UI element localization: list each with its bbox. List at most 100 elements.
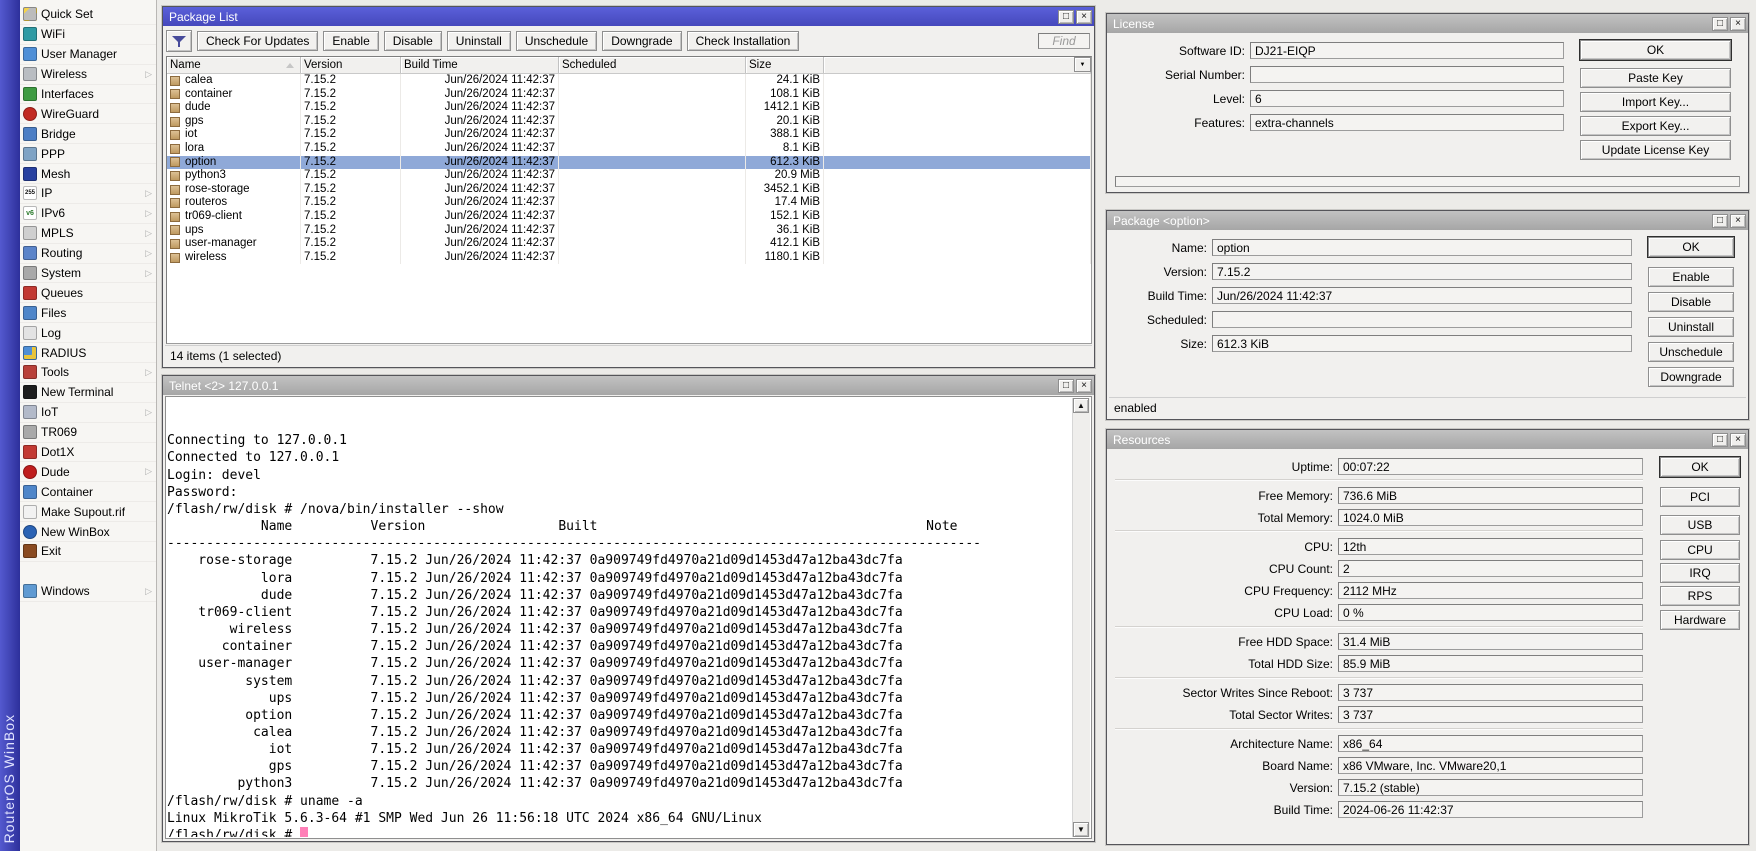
sidebar-item-new-terminal[interactable]: New Terminal bbox=[20, 383, 156, 403]
field-value[interactable]: 7.15.2 bbox=[1212, 263, 1632, 280]
sidebar-item-dot1x[interactable]: Dot1X bbox=[20, 443, 156, 463]
sidebar-item-wireguard[interactable]: WireGuard bbox=[20, 104, 156, 124]
table-row[interactable]: option7.15.2Jun/26/2024 11:42:37612.3 Ki… bbox=[167, 156, 1091, 170]
sidebar-item-windows[interactable]: Windows▷ bbox=[20, 582, 156, 602]
close-icon[interactable]: × bbox=[1730, 17, 1746, 31]
maximize-icon[interactable]: □ bbox=[1712, 433, 1728, 447]
close-icon[interactable]: × bbox=[1076, 379, 1092, 393]
package-option-titlebar[interactable]: Package <option> □ × bbox=[1107, 211, 1748, 230]
pci-button[interactable]: PCI bbox=[1660, 487, 1740, 507]
field-value[interactable]: Jun/26/2024 11:42:37 bbox=[1212, 287, 1632, 304]
column-header-name[interactable]: Name bbox=[167, 57, 301, 73]
table-row[interactable]: rose-storage7.15.2Jun/26/2024 11:42:3734… bbox=[167, 183, 1091, 197]
maximize-icon[interactable]: □ bbox=[1058, 379, 1074, 393]
table-row[interactable]: tr069-client7.15.2Jun/26/2024 11:42:3715… bbox=[167, 210, 1091, 224]
sidebar-item-user-manager[interactable]: User Manager bbox=[20, 45, 156, 65]
filter-button[interactable] bbox=[166, 30, 192, 52]
ok-button[interactable]: OK bbox=[1648, 237, 1734, 257]
sidebar-item-quick-set[interactable]: Quick Set bbox=[20, 5, 156, 25]
check-installation-button[interactable]: Check Installation bbox=[687, 31, 800, 51]
maximize-icon[interactable]: □ bbox=[1712, 17, 1728, 31]
downgrade-button[interactable]: Downgrade bbox=[602, 31, 681, 51]
rps-button[interactable]: RPS bbox=[1660, 586, 1740, 606]
field-value[interactable]: 736.6 MiB bbox=[1338, 487, 1643, 504]
sidebar-item-system[interactable]: System▷ bbox=[20, 264, 156, 284]
column-dropdown-icon[interactable]: ▼ bbox=[1074, 57, 1091, 72]
enable-button[interactable]: Enable bbox=[323, 31, 378, 51]
field-value[interactable]: extra-channels bbox=[1250, 114, 1564, 131]
sidebar-item-ip[interactable]: IP▷ bbox=[20, 184, 156, 204]
uninstall-button[interactable]: Uninstall bbox=[1648, 317, 1734, 337]
field-value[interactable]: 2112 MHz bbox=[1338, 582, 1643, 599]
license-titlebar[interactable]: License □ × bbox=[1107, 14, 1748, 33]
terminal-output[interactable]: Connecting to 127.0.0.1 Connected to 127… bbox=[167, 398, 1072, 837]
field-value[interactable]: x86 VMware, Inc. VMware20,1 bbox=[1338, 757, 1643, 774]
table-row[interactable]: calea7.15.2Jun/26/2024 11:42:3724.1 KiB bbox=[167, 74, 1091, 88]
sidebar-item-interfaces[interactable]: Interfaces bbox=[20, 85, 156, 105]
sidebar-item-ipv6[interactable]: IPv6▷ bbox=[20, 204, 156, 224]
field-value[interactable]: 2 bbox=[1338, 560, 1643, 577]
package-list-titlebar[interactable]: Package List □ × bbox=[163, 7, 1094, 26]
sidebar-item-bridge[interactable]: Bridge bbox=[20, 124, 156, 144]
scroll-down-icon[interactable]: ▼ bbox=[1073, 822, 1089, 837]
field-value[interactable] bbox=[1212, 311, 1632, 328]
find-input[interactable]: Find bbox=[1038, 33, 1090, 49]
table-row[interactable]: lora7.15.2Jun/26/2024 11:42:378.1 KiB bbox=[167, 142, 1091, 156]
resources-titlebar[interactable]: Resources □ × bbox=[1107, 430, 1748, 449]
close-icon[interactable]: × bbox=[1076, 10, 1092, 24]
table-row[interactable]: gps7.15.2Jun/26/2024 11:42:3720.1 KiB bbox=[167, 115, 1091, 129]
field-value[interactable]: 00:07:22 bbox=[1338, 458, 1643, 475]
maximize-icon[interactable]: □ bbox=[1058, 10, 1074, 24]
table-row[interactable]: wireless7.15.2Jun/26/2024 11:42:371180.1… bbox=[167, 251, 1091, 265]
table-row[interactable]: user-manager7.15.2Jun/26/2024 11:42:3741… bbox=[167, 237, 1091, 251]
disable-button[interactable]: Disable bbox=[384, 31, 442, 51]
sidebar-item-queues[interactable]: Queues bbox=[20, 283, 156, 303]
sidebar-item-wifi[interactable]: WiFi bbox=[20, 25, 156, 45]
sidebar-item-wireless[interactable]: Wireless▷ bbox=[20, 65, 156, 85]
table-row[interactable]: dude7.15.2Jun/26/2024 11:42:371412.1 KiB bbox=[167, 101, 1091, 115]
unschedule-button[interactable]: Unschedule bbox=[1648, 342, 1734, 362]
table-row[interactable]: container7.15.2Jun/26/2024 11:42:37108.1… bbox=[167, 88, 1091, 102]
sidebar-item-files[interactable]: Files bbox=[20, 303, 156, 323]
field-value[interactable]: 31.4 MiB bbox=[1338, 633, 1643, 650]
paste-key-button[interactable]: Paste Key bbox=[1580, 68, 1731, 88]
sidebar-item-exit[interactable]: Exit bbox=[20, 542, 156, 562]
sidebar-item-ppp[interactable]: PPP bbox=[20, 144, 156, 164]
sidebar-item-mpls[interactable]: MPLS▷ bbox=[20, 224, 156, 244]
close-icon[interactable]: × bbox=[1730, 214, 1746, 228]
sidebar-item-new-winbox[interactable]: New WinBox bbox=[20, 522, 156, 542]
scroll-up-icon[interactable]: ▲ bbox=[1073, 398, 1089, 413]
enable-button[interactable]: Enable bbox=[1648, 267, 1734, 287]
table-row[interactable]: ups7.15.2Jun/26/2024 11:42:3736.1 KiB bbox=[167, 224, 1091, 238]
sidebar-item-dude[interactable]: Dude▷ bbox=[20, 462, 156, 482]
column-header-scheduled[interactable]: Scheduled bbox=[559, 57, 746, 73]
column-header-version[interactable]: Version bbox=[301, 57, 401, 73]
field-value[interactable]: 85.9 MiB bbox=[1338, 655, 1643, 672]
field-value[interactable] bbox=[1250, 66, 1564, 83]
field-value[interactable]: 2024-06-26 11:42:37 bbox=[1338, 801, 1643, 818]
irq-button[interactable]: IRQ bbox=[1660, 563, 1740, 583]
table-row[interactable]: routeros7.15.2Jun/26/2024 11:42:3717.4 M… bbox=[167, 196, 1091, 210]
field-value[interactable]: 0 % bbox=[1338, 604, 1643, 621]
field-value[interactable]: 3 737 bbox=[1338, 706, 1643, 723]
import-key-button[interactable]: Import Key... bbox=[1580, 92, 1731, 112]
field-value[interactable]: 6 bbox=[1250, 90, 1564, 107]
field-value[interactable]: x86_64 bbox=[1338, 735, 1643, 752]
table-row[interactable]: python37.15.2Jun/26/2024 11:42:3720.9 Mi… bbox=[167, 169, 1091, 183]
uninstall-button[interactable]: Uninstall bbox=[447, 31, 511, 51]
downgrade-button[interactable]: Downgrade bbox=[1648, 367, 1734, 387]
field-value[interactable]: option bbox=[1212, 239, 1632, 256]
close-icon[interactable]: × bbox=[1730, 433, 1746, 447]
sidebar-item-log[interactable]: Log bbox=[20, 323, 156, 343]
column-header-build-time[interactable]: Build Time bbox=[401, 57, 559, 73]
field-value[interactable]: 12th bbox=[1338, 538, 1643, 555]
sidebar-item-iot[interactable]: IoT▷ bbox=[20, 403, 156, 423]
sidebar-item-radius[interactable]: RADIUS bbox=[20, 343, 156, 363]
usb-button[interactable]: USB bbox=[1660, 515, 1740, 535]
column-header-size[interactable]: Size bbox=[746, 57, 824, 73]
cpu-button[interactable]: CPU bbox=[1660, 540, 1740, 560]
table-row[interactable]: iot7.15.2Jun/26/2024 11:42:37388.1 KiB bbox=[167, 128, 1091, 142]
sidebar-item-mesh[interactable]: Mesh bbox=[20, 164, 156, 184]
ok-button[interactable]: OK bbox=[1580, 40, 1731, 60]
hardware-button[interactable]: Hardware bbox=[1660, 610, 1740, 630]
